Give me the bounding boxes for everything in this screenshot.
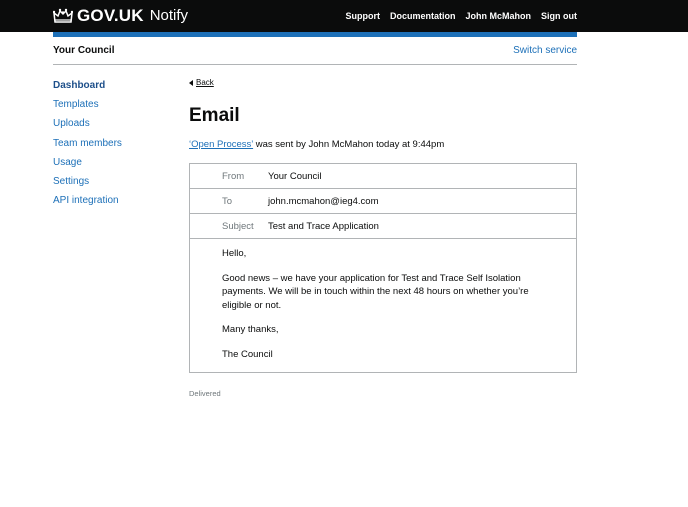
sidebar-item-team-members[interactable]: Team members — [53, 134, 122, 153]
divider — [53, 64, 577, 65]
sidebar-item-uploads[interactable]: Uploads — [53, 114, 122, 133]
sidebar-item-dashboard[interactable]: Dashboard — [53, 76, 122, 95]
govuk-logo[interactable]: GOV.UK Notify — [53, 7, 188, 25]
sidebar-item-settings[interactable]: Settings — [53, 172, 122, 191]
email-preview: From Your Council To john.mcmahon@ieg4.c… — [189, 163, 577, 373]
crown-icon — [53, 8, 73, 23]
from-value: Your Council — [268, 171, 322, 182]
header-blue-stripe — [53, 32, 577, 37]
email-body-paragraph: Hello, — [222, 248, 247, 259]
email-subject-row: Subject Test and Trace Application — [190, 214, 576, 239]
sidebar-item-usage[interactable]: Usage — [53, 153, 122, 172]
email-body-paragraph: The Council — [222, 348, 273, 360]
email-from-row: From Your Council — [190, 164, 576, 189]
user-profile-link[interactable]: John McMahon — [466, 11, 532, 21]
back-label: Back — [196, 78, 214, 87]
from-label: From — [222, 171, 245, 182]
back-arrow-icon — [189, 79, 193, 86]
logo-text: GOV.UK — [77, 6, 144, 25]
email-body: Hello, Good news – we have your applicat… — [222, 247, 542, 372]
sign-out-link[interactable]: Sign out — [541, 11, 577, 21]
sent-summary: ‘Open Process’ was sent by John McMahon … — [189, 139, 444, 150]
support-link[interactable]: Support — [345, 11, 380, 21]
delivery-status: Delivered — [189, 389, 221, 398]
subject-value: Test and Trace Application — [268, 221, 379, 232]
header-bar: GOV.UK Notify Support Documentation John… — [0, 0, 688, 32]
page-title: Email — [189, 105, 240, 126]
top-nav: Support Documentation John McMahon Sign … — [335, 0, 577, 32]
email-body-paragraph: Good news – we have your application for… — [222, 272, 529, 311]
to-value: john.mcmahon@ieg4.com — [268, 196, 379, 207]
template-link[interactable]: ‘Open Process’ — [189, 139, 253, 150]
sidebar-nav: Dashboard Templates Uploads Team members… — [53, 76, 122, 210]
back-link[interactable]: Back — [189, 78, 214, 87]
email-body-paragraph: Many thanks, — [222, 324, 279, 335]
service-name: Your Council — [53, 45, 115, 56]
sent-text: was sent by John McMahon today at 9:44pm — [253, 139, 445, 150]
switch-service-link[interactable]: Switch service — [513, 45, 577, 56]
documentation-link[interactable]: Documentation — [390, 11, 456, 21]
subject-label: Subject — [222, 221, 254, 232]
product-name: Notify — [149, 7, 189, 24]
email-to-row: To john.mcmahon@ieg4.com — [190, 189, 576, 214]
sidebar-item-templates[interactable]: Templates — [53, 95, 122, 114]
sidebar-item-api-integration[interactable]: API integration — [53, 191, 122, 210]
to-label: To — [222, 196, 233, 207]
